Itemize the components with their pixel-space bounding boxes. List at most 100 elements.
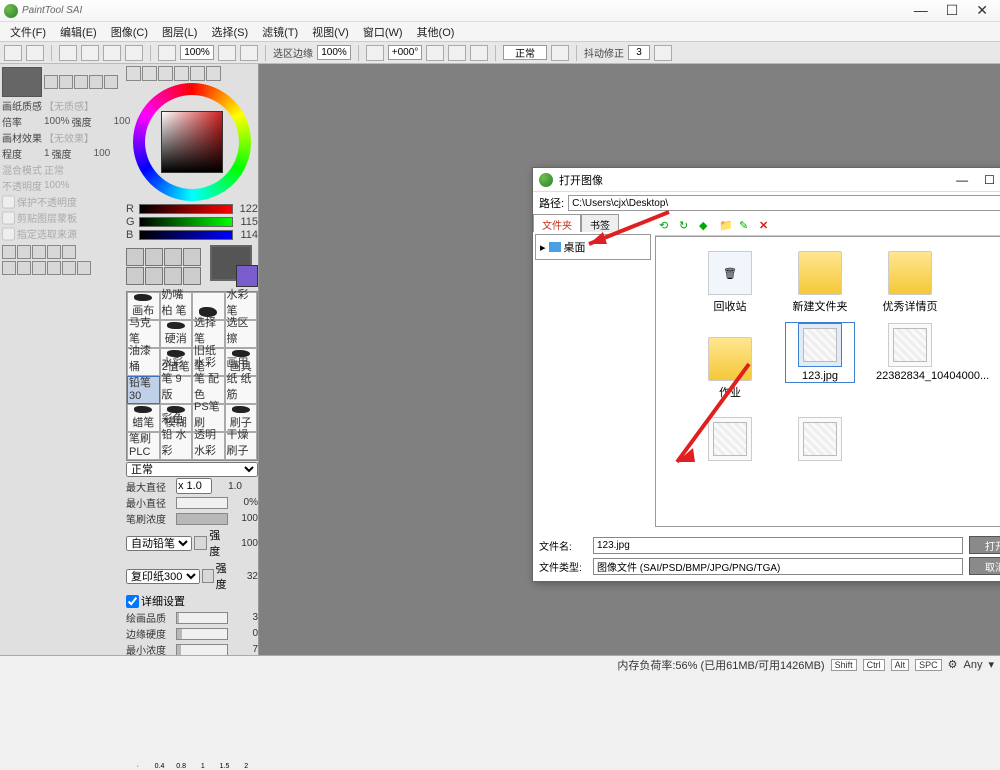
tb-sel2-button[interactable]	[81, 45, 99, 61]
brush-5-1[interactable]: 彩色铅 水彩	[160, 432, 193, 460]
maximize-button[interactable]: ☐	[946, 2, 959, 19]
sel-edge-input[interactable]	[317, 45, 351, 60]
dropdown-icon[interactable]: ▾	[988, 658, 994, 671]
tb-redo-button[interactable]	[26, 45, 44, 61]
file-item-22382834_10404000...[interactable]: 22382834_10404000...	[876, 323, 944, 382]
maxdia-inp[interactable]	[176, 478, 212, 494]
tb-mode-button[interactable]	[551, 45, 569, 61]
tool-6[interactable]	[145, 267, 163, 285]
b-slider[interactable]	[139, 230, 233, 240]
lb8[interactable]	[32, 261, 46, 275]
brush-3-1[interactable]: 水彩笔 9版	[160, 376, 193, 404]
cw-ic4[interactable]	[174, 66, 189, 81]
menu-edit[interactable]: 编辑(E)	[54, 22, 103, 42]
mb3[interactable]	[74, 75, 88, 89]
path-input[interactable]	[568, 195, 1000, 211]
tool-5[interactable]	[126, 267, 144, 285]
paper2-select[interactable]: 复印纸300	[126, 569, 200, 584]
tb-sel4-button[interactable]	[125, 45, 143, 61]
menu-file[interactable]: 文件(F)	[4, 22, 52, 42]
density-bar[interactable]	[176, 513, 228, 525]
detail-chk[interactable]	[126, 595, 139, 608]
tool-2[interactable]	[145, 248, 163, 266]
file-item-img[interactable]	[696, 417, 764, 464]
lb9[interactable]	[47, 261, 61, 275]
lb2[interactable]	[17, 245, 31, 259]
tb-flip-button[interactable]	[470, 45, 488, 61]
brush-4-0[interactable]: 蜡笔	[127, 404, 160, 432]
cw-ic1[interactable]	[126, 66, 141, 81]
cw-ic2[interactable]	[142, 66, 157, 81]
menu-window[interactable]: 窗口(W)	[357, 22, 409, 42]
tool-4[interactable]	[183, 248, 201, 266]
file-item-优秀详情页[interactable]: 优秀详情页	[876, 251, 944, 314]
tool-3[interactable]	[164, 248, 182, 266]
lb1[interactable]	[2, 245, 16, 259]
mb4[interactable]	[89, 75, 103, 89]
mb2[interactable]	[59, 75, 73, 89]
tab-bookmarks[interactable]: 书签	[581, 214, 619, 232]
file-view[interactable]: 🗑回收站新建文件夹优秀详情页作业123.jpg22382834_10404000…	[655, 236, 1000, 527]
file-item-作业[interactable]: 作业	[696, 337, 764, 400]
tb-stab-button[interactable]	[654, 45, 672, 61]
cw-ic5[interactable]	[190, 66, 205, 81]
tb-rot-l-button[interactable]	[366, 45, 384, 61]
fg-bg-swatch[interactable]	[210, 245, 252, 281]
tb-zoom-in-button[interactable]	[218, 45, 236, 61]
tree-node-desktop[interactable]: ▸桌面	[540, 239, 646, 255]
stab-input[interactable]	[628, 45, 650, 60]
zoom-input[interactable]	[180, 45, 214, 60]
brush-5-2[interactable]: 透明 水彩	[192, 432, 225, 460]
tb-rot-r-button[interactable]	[426, 45, 444, 61]
close-button[interactable]: ✕	[976, 2, 988, 19]
tb-sel1-button[interactable]	[59, 45, 77, 61]
tb-zoom-out-button[interactable]	[158, 45, 176, 61]
mode-input[interactable]	[503, 45, 547, 60]
tool-8[interactable]	[183, 267, 201, 285]
edit-icon[interactable]: ✎	[739, 219, 753, 233]
menu-select[interactable]: 选择(S)	[205, 22, 254, 42]
tb-rot-reset-button[interactable]	[448, 45, 466, 61]
paper-value[interactable]: 【无质感】	[44, 98, 94, 113]
auto-select[interactable]: 自动铅笔	[126, 536, 192, 551]
filetype-input[interactable]	[593, 558, 963, 575]
mb1[interactable]	[44, 75, 58, 89]
folder-tree[interactable]: ▸桌面	[535, 234, 651, 260]
color-wheel[interactable]	[133, 83, 251, 201]
back-icon[interactable]: ⟲	[659, 219, 673, 233]
menu-image[interactable]: 图像(C)	[105, 22, 154, 42]
menu-view[interactable]: 视图(V)	[306, 22, 355, 42]
brush-2-0[interactable]: 油漆桶	[127, 348, 160, 376]
mb5[interactable]	[104, 75, 118, 89]
dialog-maximize-button[interactable]: ☐	[984, 173, 995, 187]
g-slider[interactable]	[139, 217, 233, 227]
cancel-button[interactable]: 取消	[969, 557, 1000, 575]
effect-value[interactable]: 【无效果】	[44, 130, 94, 145]
minimize-button[interactable]: —	[914, 2, 928, 19]
dialog-minimize-button[interactable]: —	[956, 173, 968, 187]
tb-zoom-fit-button[interactable]	[240, 45, 258, 61]
lb10[interactable]	[62, 261, 76, 275]
filename-input[interactable]	[593, 537, 963, 554]
tb-sel3-button[interactable]	[103, 45, 121, 61]
mindia-bar[interactable]	[176, 497, 228, 509]
lb5[interactable]	[62, 245, 76, 259]
brush-1-1[interactable]: 硬消	[160, 320, 193, 348]
cw-ic3[interactable]	[158, 66, 173, 81]
folder-icon[interactable]: 📁	[719, 219, 733, 233]
file-item-123.jpg[interactable]: 123.jpg	[786, 323, 854, 382]
brush-5-0[interactable]: 笔刷 PLC	[127, 432, 160, 460]
lb6[interactable]	[2, 261, 16, 275]
pin-icon[interactable]: ◆	[699, 219, 713, 233]
brush-1-3[interactable]: 选区擦	[225, 320, 258, 348]
brush-0-1[interactable]: 奶嘴柏 笔	[160, 292, 193, 320]
r-slider[interactable]	[139, 204, 233, 214]
lb11[interactable]	[77, 261, 91, 275]
brush-5-3[interactable]: 干燥 刷子	[225, 432, 258, 460]
angle-input[interactable]	[388, 45, 422, 60]
menu-layer[interactable]: 图层(L)	[156, 22, 203, 42]
open-button[interactable]: 打开	[969, 536, 1000, 554]
delete-icon[interactable]: ✕	[759, 219, 773, 233]
brush-3-3[interactable]: 画用纸 纸筋	[225, 376, 258, 404]
file-item-img[interactable]	[786, 417, 854, 464]
